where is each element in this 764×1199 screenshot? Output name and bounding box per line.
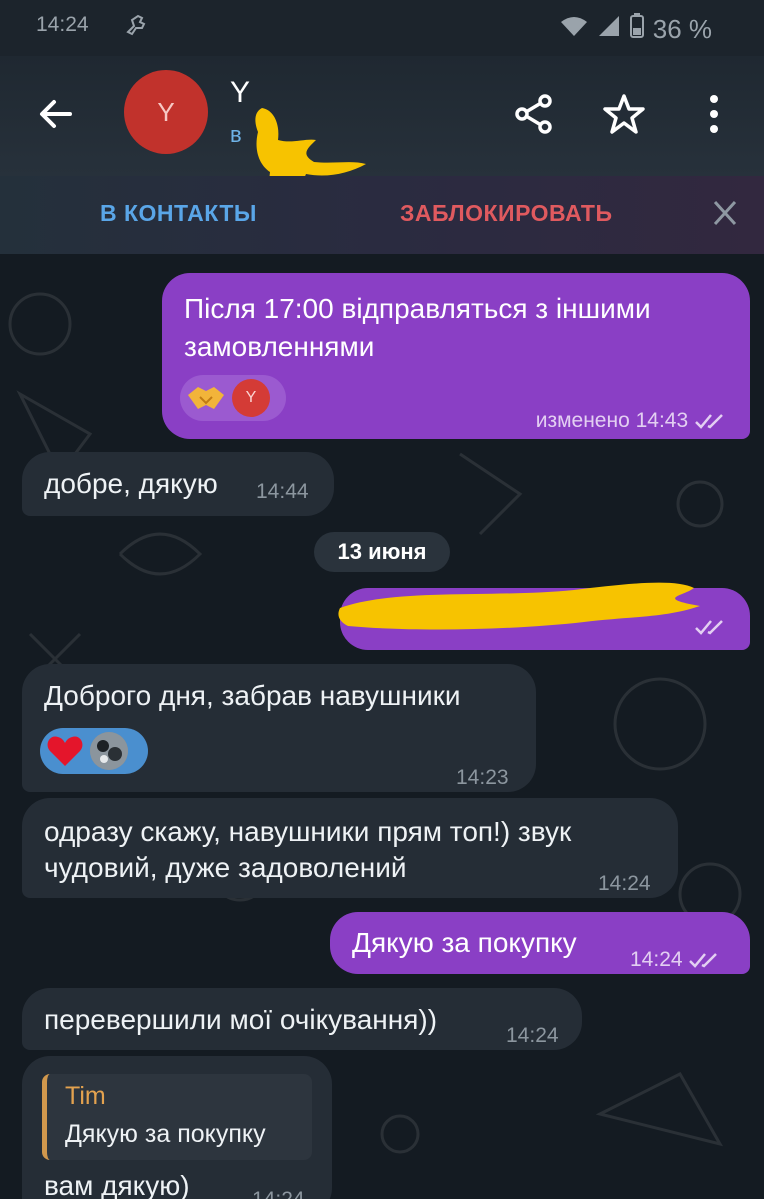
reply-text: Дякую за покупку	[65, 1120, 266, 1148]
message-text: одразу скажу, навушники прям топ!) звук	[44, 816, 572, 847]
message-bubble-incoming[interactable]: одразу скажу, навушники прям топ!) звук …	[22, 798, 678, 898]
edited-label: изменено	[535, 409, 630, 432]
message-bubble-incoming[interactable]: перевершили мої очікування)) 14:24	[22, 988, 582, 1050]
close-button[interactable]	[712, 198, 738, 228]
back-button[interactable]	[36, 94, 76, 134]
star-icon	[603, 94, 645, 134]
add-contact-button[interactable]: В КОНТАКТЫ	[100, 200, 257, 227]
contact-action-bar: В КОНТАКТЫ ЗАБЛОКИРОВАТЬ	[0, 176, 764, 254]
favorite-button[interactable]	[602, 92, 646, 136]
share-icon	[515, 94, 552, 134]
reaction-chip[interactable]	[40, 728, 148, 774]
share-button[interactable]	[512, 92, 556, 136]
message-time: 14:24	[506, 1024, 559, 1047]
message-time: 14:23	[456, 766, 509, 789]
message-bubble-outgoing[interactable]: Дякую за покупку 14:24	[330, 912, 750, 974]
status-bar: 14:24 36 %	[0, 0, 764, 56]
message-bubble-incoming[interactable]: добре, дякую 14:44	[22, 452, 334, 516]
message-text: Доброго дня, забрав навушники	[44, 680, 461, 711]
block-button[interactable]: ЗАБЛОКИРОВАТЬ	[400, 200, 613, 227]
double-check-icon	[689, 953, 718, 969]
contact-name[interactable]: Y	[230, 76, 250, 110]
status-time: 14:24	[36, 13, 89, 36]
message-bubble-outgoing[interactable]: Після 17:00 відправляться з іншими замов…	[162, 273, 750, 439]
date-separator: 13 июня	[314, 532, 450, 572]
message-text: вам дякую)	[44, 1170, 190, 1199]
signal-icon	[597, 14, 621, 45]
message-text: Після 17:00 відправляться з іншими	[184, 293, 651, 324]
message-time: 14:44	[256, 480, 309, 503]
battery-icon	[629, 13, 645, 46]
dino-icon	[124, 12, 150, 45]
double-check-icon	[695, 414, 723, 430]
reaction-avatar-letter: Y	[245, 389, 257, 406]
chat-header: Y Y в	[0, 56, 764, 208]
message-time: 14:24	[598, 872, 651, 895]
message-text: перевершили мої очікування))	[44, 1004, 438, 1035]
message-time: 14:43	[635, 409, 689, 432]
reaction-avatar: Y	[232, 379, 270, 417]
reply-quote[interactable]: Tim Дякую за покупку	[42, 1074, 312, 1160]
reaction-avatar	[90, 732, 128, 770]
message-meta: изменено 14:43	[536, 401, 728, 441]
battery-text: 36 %	[652, 14, 712, 44]
heart-icon	[47, 736, 83, 766]
reaction-chip[interactable]: Y	[180, 375, 286, 421]
more-button[interactable]	[692, 92, 736, 136]
more-icon	[710, 95, 718, 133]
message-text: добре, дякую	[44, 468, 218, 499]
message-meta: 14:24	[630, 940, 722, 980]
handshake-icon	[188, 387, 224, 409]
message-text: Дякую за покупку	[352, 927, 577, 958]
back-icon	[40, 100, 72, 128]
contact-status: в	[230, 122, 242, 147]
redaction-mark	[338, 582, 700, 630]
message-time: 14:24	[630, 948, 683, 971]
close-icon	[713, 200, 737, 226]
message-bubble-incoming[interactable]: Доброго дня, забрав навушники 14:23	[22, 664, 536, 792]
avatar[interactable]: Y	[124, 70, 208, 154]
wifi-icon	[559, 14, 589, 45]
reply-author: Tim	[65, 1082, 106, 1110]
status-icons: 36 %	[559, 13, 712, 46]
message-time: 14:24	[252, 1180, 305, 1199]
message-text: замовленнями	[184, 331, 375, 362]
message-text: чудовий, дуже задоволений	[44, 852, 407, 883]
avatar-letter: Y	[157, 96, 175, 127]
